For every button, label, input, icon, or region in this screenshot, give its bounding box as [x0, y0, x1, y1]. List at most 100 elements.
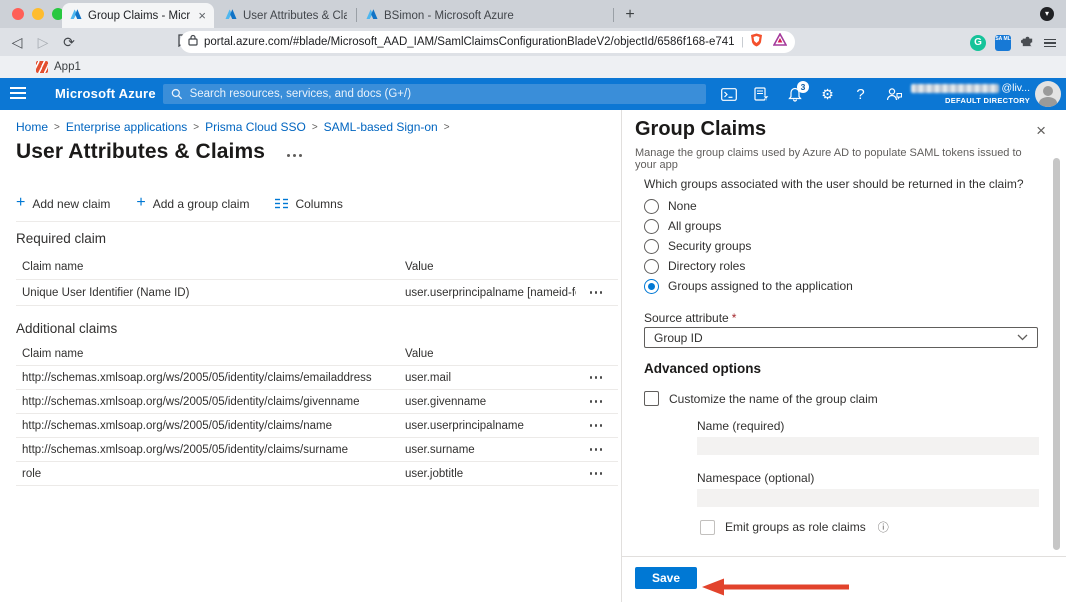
panel-scrollbar[interactable]: [1053, 158, 1060, 550]
claim-value-cell: user.surname: [405, 444, 576, 456]
checkbox-label: Emit groups as role claims: [725, 520, 866, 534]
tab-search-menu-icon[interactable]: ▾: [1040, 7, 1054, 21]
table-row[interactable]: http://schemas.xmlsoap.org/ws/2005/05/id…: [16, 414, 618, 438]
page-more-menu-icon[interactable]: [287, 148, 302, 157]
breadcrumb-enterprise-applications[interactable]: Enterprise applications: [66, 120, 187, 134]
checkbox-icon: [644, 391, 659, 406]
address-bar[interactable]: portal.azure.com/#blade/Microsoft_AAD_IA…: [180, 31, 795, 53]
command-label: Add a group claim: [153, 197, 250, 211]
portal-menu-icon[interactable]: [10, 87, 26, 99]
tab-bsimon[interactable]: BSimon - Microsoft Azure: [358, 3, 612, 28]
close-window-button[interactable]: [12, 8, 24, 20]
minimize-window-button[interactable]: [32, 8, 44, 20]
claim-name-cell[interactable]: http://schemas.xmlsoap.org/ws/2005/05/id…: [16, 444, 405, 456]
radio-all-groups[interactable]: All groups: [644, 216, 853, 236]
breadcrumb-separator: >: [193, 122, 199, 133]
add-new-claim-button[interactable]: + Add new claim: [16, 197, 110, 211]
column-claim-name: Claim name: [16, 348, 405, 360]
portal-content: Home > Enterprise applications > Prisma …: [0, 110, 1066, 602]
bookmark-app1[interactable]: App1: [36, 61, 81, 73]
claim-value-cell: user.userprincipalname [nameid-for...: [405, 287, 576, 299]
columns-button[interactable]: Columns: [275, 197, 342, 211]
radio-icon: [644, 259, 659, 274]
new-tab-button[interactable]: +: [621, 6, 639, 24]
close-tab-icon[interactable]: ×: [198, 9, 206, 22]
advanced-options-heading: Advanced options: [644, 361, 761, 376]
tab-divider: [613, 8, 614, 22]
table-row[interactable]: http://schemas.xmlsoap.org/ws/2005/05/id…: [16, 390, 618, 414]
plus-icon: +: [16, 195, 25, 211]
browser-menu-icon[interactable]: [1044, 39, 1056, 48]
page-title: User Attributes & Claims: [16, 140, 265, 164]
name-field-label: Name (required): [697, 419, 784, 433]
close-panel-icon[interactable]: ×: [1036, 122, 1046, 139]
row-more-menu-icon[interactable]: [590, 400, 603, 403]
azure-brand[interactable]: Microsoft Azure: [55, 86, 156, 101]
command-label: Add new claim: [32, 197, 110, 211]
info-icon[interactable]: ⓘ: [878, 519, 889, 535]
column-value: Value: [405, 348, 576, 360]
breadcrumb-home[interactable]: Home: [16, 120, 48, 134]
radio-directory-roles[interactable]: Directory roles: [644, 256, 853, 276]
panel-subtitle: Manage the group claims used by Azure AD…: [635, 147, 1025, 171]
tab-user-attributes[interactable]: User Attributes & Claims - Microsof: [217, 3, 355, 28]
table-row[interactable]: Unique User Identifier (Name ID) user.us…: [16, 280, 618, 306]
brave-shield-icon[interactable]: [750, 33, 763, 52]
saml-extension-icon[interactable]: SA ML: [995, 35, 1011, 51]
panel-footer-divider: [622, 556, 1066, 557]
table-row[interactable]: role user.jobtitle: [16, 462, 618, 486]
claim-name-cell[interactable]: Unique User Identifier (Name ID): [16, 287, 405, 299]
claim-name-cell[interactable]: http://schemas.xmlsoap.org/ws/2005/05/id…: [16, 420, 405, 432]
claim-name-cell[interactable]: http://schemas.xmlsoap.org/ws/2005/05/id…: [16, 396, 405, 408]
search-input[interactable]: [190, 88, 698, 100]
notifications-bell-icon[interactable]: 3: [786, 86, 803, 103]
claim-value-cell: user.jobtitle: [405, 468, 576, 480]
row-more-menu-icon[interactable]: [590, 291, 603, 294]
claim-name-cell[interactable]: http://schemas.xmlsoap.org/ws/2005/05/id…: [16, 372, 405, 384]
extensions-puzzle-icon[interactable]: [1020, 33, 1035, 53]
add-group-claim-button[interactable]: + Add a group claim: [136, 197, 249, 211]
name-input[interactable]: [697, 437, 1039, 455]
tab-group-claims[interactable]: Group Claims - Microsoft Azure ×: [62, 3, 214, 28]
radio-icon: [644, 219, 659, 234]
source-attribute-select[interactable]: Group ID: [644, 327, 1038, 348]
customize-name-checkbox[interactable]: Customize the name of the group claim: [644, 391, 878, 406]
claim-name-cell[interactable]: role: [16, 468, 405, 480]
group-type-radio-group: None All groups Security groups Director…: [644, 196, 853, 296]
command-label: Columns: [295, 197, 342, 211]
reload-icon[interactable]: ⟳: [56, 34, 82, 51]
forward-icon[interactable]: ▷: [30, 34, 56, 51]
global-search[interactable]: [163, 84, 706, 104]
source-attribute-label: Source attribute*: [644, 311, 736, 325]
brave-rewards-icon[interactable]: [773, 33, 787, 51]
grammarly-extension-icon[interactable]: G: [970, 35, 986, 51]
breadcrumb-separator: >: [312, 122, 318, 133]
save-button[interactable]: Save: [635, 567, 697, 589]
namespace-input[interactable]: [697, 489, 1039, 507]
row-more-menu-icon[interactable]: [590, 424, 603, 427]
selected-option: Group ID: [654, 331, 703, 345]
help-icon[interactable]: ?: [852, 86, 869, 103]
table-row[interactable]: http://schemas.xmlsoap.org/ws/2005/05/id…: [16, 438, 618, 462]
radio-none[interactable]: None: [644, 196, 853, 216]
breadcrumb-prisma-cloud-sso[interactable]: Prisma Cloud SSO: [205, 120, 306, 134]
radio-security-groups[interactable]: Security groups: [644, 236, 853, 256]
row-more-menu-icon[interactable]: [590, 376, 603, 379]
radio-groups-assigned[interactable]: Groups assigned to the application: [644, 276, 853, 296]
avatar[interactable]: [1035, 81, 1061, 107]
directory-filter-icon[interactable]: [753, 86, 770, 103]
groups-question-label: Which groups associated with the user sh…: [644, 177, 1024, 191]
tab-title: BSimon - Microsoft Azure: [384, 10, 514, 22]
cloud-shell-icon[interactable]: [720, 86, 737, 103]
feedback-icon[interactable]: [885, 86, 902, 103]
breadcrumb-saml-sign-on[interactable]: SAML-based Sign-on: [324, 120, 438, 134]
account-menu[interactable]: @liv... DEFAULT DIRECTORY: [911, 82, 1030, 105]
back-icon[interactable]: ◁: [4, 34, 30, 51]
row-more-menu-icon[interactable]: [590, 448, 603, 451]
emit-role-claims-checkbox[interactable]: Emit groups as role claims ⓘ: [700, 519, 889, 535]
settings-gear-icon[interactable]: ⚙: [819, 86, 836, 103]
row-more-menu-icon[interactable]: [590, 472, 603, 475]
azure-favicon: [366, 8, 378, 23]
bookmark-label: App1: [54, 61, 81, 73]
table-row[interactable]: http://schemas.xmlsoap.org/ws/2005/05/id…: [16, 366, 618, 390]
